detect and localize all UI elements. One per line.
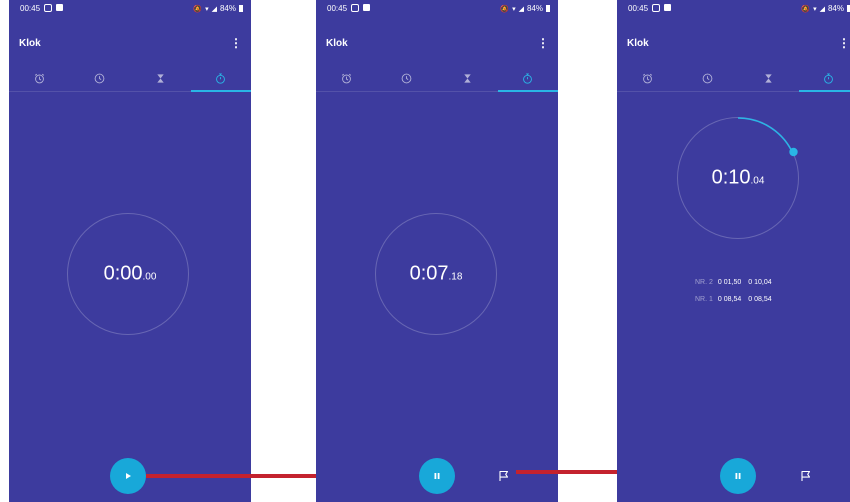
stopwatch-icon (523, 73, 533, 84)
app-title: Klok (19, 38, 41, 49)
battery-icon (546, 5, 550, 12)
signal-icon: ◢ (211, 5, 217, 13)
elapsed-time-main: 0:07 (409, 262, 449, 285)
signal-icon: ◢ (819, 5, 825, 13)
pause-button[interactable] (720, 458, 756, 494)
status-bar: 00:45 🔕 ▾ ◢ 84% (9, 0, 251, 18)
app-title: Klok (326, 38, 348, 49)
tab-bar (316, 66, 558, 92)
screen-laps: 00:45 🔕 ▾ ◢ 84% Klok ⋮ 0:10.04 NR. 20 01… (617, 0, 850, 502)
lap-number: NR. 1 (695, 296, 713, 303)
image-notification-icon (664, 4, 671, 11)
instagram-icon (652, 4, 660, 12)
start-button[interactable] (110, 458, 146, 494)
instagram-icon (351, 4, 359, 12)
tab-stopwatch[interactable] (190, 66, 252, 92)
tab-timer[interactable] (130, 66, 191, 91)
play-icon (126, 473, 131, 479)
tab-timer[interactable] (738, 66, 799, 91)
hourglass-icon (157, 74, 164, 83)
battery-percent: 84% (219, 4, 236, 13)
elapsed-time-main: 0:10 (711, 166, 751, 189)
mute-icon: 🔕 (193, 5, 203, 13)
tab-alarm[interactable] (617, 66, 678, 91)
image-notification-icon (56, 4, 63, 11)
elapsed-time: 0:10.04 (712, 167, 765, 190)
signal-icon: ◢ (518, 5, 524, 13)
elapsed-time: 0:00.00 (104, 263, 157, 286)
annotation-arrow-2 (516, 470, 617, 474)
tab-timer[interactable] (437, 66, 498, 91)
tab-clock[interactable] (377, 66, 438, 91)
status-bar: 00:45 🔕 ▾ ◢ 84% (316, 0, 558, 18)
clock-icon (702, 73, 713, 84)
pause-icon (735, 473, 741, 479)
overflow-menu-icon[interactable]: ⋮ (537, 37, 549, 49)
tab-alarm[interactable] (9, 66, 70, 91)
pause-icon (434, 473, 440, 479)
tab-alarm[interactable] (316, 66, 377, 91)
instagram-icon (44, 4, 52, 12)
overflow-menu-icon[interactable]: ⋮ (230, 37, 242, 49)
wifi-icon: ▾ (205, 5, 209, 13)
lap-total: 0 08,54 (748, 296, 772, 303)
image-notification-icon (363, 4, 370, 11)
status-bar: 00:45 🔕 ▾ ◢ 84% (617, 0, 850, 18)
tab-stopwatch[interactable] (497, 66, 559, 92)
lap-time: 0 01,50 (717, 279, 742, 286)
mute-icon: 🔕 (500, 5, 510, 13)
hourglass-icon (464, 74, 471, 83)
screen-stopped: 00:45 🔕 ▾ ◢ 84% Klok ⋮ 0:00.00 (9, 0, 251, 502)
alarm-icon (34, 73, 44, 84)
lap-time: 0 08,54 (717, 296, 742, 303)
overflow-menu-icon[interactable]: ⋮ (838, 37, 850, 49)
hourglass-icon (765, 74, 772, 83)
tab-bar (9, 66, 251, 92)
tab-stopwatch[interactable] (798, 66, 850, 92)
wifi-icon: ▾ (512, 5, 516, 13)
lap-total: 0 10,04 (748, 279, 772, 286)
pause-button[interactable] (419, 458, 455, 494)
elapsed-time: 0:07.18 (410, 263, 463, 286)
stopwatch-icon (824, 73, 834, 84)
tab-clock[interactable] (678, 66, 739, 91)
battery-percent: 84% (526, 4, 543, 13)
lap-flag-icon[interactable] (799, 469, 813, 483)
annotation-arrow-1 (146, 474, 316, 478)
elapsed-time-ms: .00 (142, 271, 157, 283)
lap-number: NR. 2 (695, 279, 713, 286)
clock-icon (401, 73, 412, 84)
battery-icon (239, 5, 243, 12)
lap-row: NR. 2 0 01,50 0 10,04 (695, 279, 772, 286)
status-time: 00:45 (20, 4, 41, 13)
app-title: Klok (627, 38, 649, 49)
battery-percent: 84% (827, 4, 844, 13)
clock-icon (94, 73, 105, 84)
status-time: 00:45 (327, 4, 348, 13)
screen-running: 00:45 🔕 ▾ ◢ 84% Klok ⋮ 0:07.18 (316, 0, 558, 502)
stopwatch-icon (216, 73, 226, 84)
tab-clock[interactable] (70, 66, 131, 91)
elapsed-time-ms: .18 (448, 271, 463, 283)
alarm-icon (642, 73, 652, 84)
elapsed-time-main: 0:00 (103, 262, 143, 285)
lap-flag-icon[interactable] (497, 469, 511, 483)
alarm-icon (341, 73, 351, 84)
status-time: 00:45 (628, 4, 649, 13)
dial-progress-dot (789, 147, 798, 157)
mute-icon: 🔕 (801, 5, 811, 13)
lap-row: NR. 1 0 08,54 0 08,54 (695, 296, 772, 303)
elapsed-time-ms: .04 (750, 175, 765, 187)
tab-bar (617, 66, 850, 92)
wifi-icon: ▾ (813, 5, 817, 13)
